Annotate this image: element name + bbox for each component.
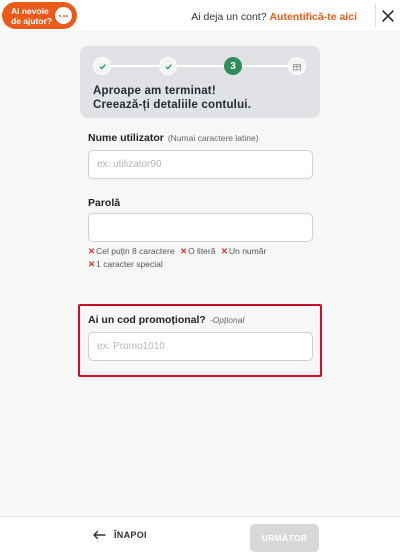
cross-icon: ✕ [179, 246, 188, 256]
step-3-current: 3 [224, 57, 242, 75]
back-button[interactable]: ÎNAPOI [92, 530, 147, 540]
username-label: Nume utilizator [88, 132, 164, 144]
top-bar: Ai nevoie de ajutor? Ai deja un cont? Au… [0, 0, 400, 31]
promo-input[interactable] [88, 332, 313, 361]
progress-card: 3 Aproape am terminat! Creează-ți detali… [80, 46, 320, 118]
username-label-row: Nume utilizator (Numai caractere latine) [88, 132, 259, 144]
password-rule: ✕1 caracter special [88, 259, 163, 269]
password-label-row: Parolă [88, 197, 120, 209]
chat-bubble-icon [55, 7, 72, 24]
cross-icon: ✕ [88, 246, 96, 256]
check-icon [164, 63, 172, 69]
close-icon [382, 10, 394, 22]
account-question: Ai deja un cont? [191, 11, 267, 23]
promo-label-row: Ai un cod promoțional? -Opțional [88, 314, 244, 326]
progress-title-line1: Aproape am terminat! [93, 85, 216, 97]
step-4-gift [288, 57, 306, 75]
gift-icon [293, 64, 301, 71]
password-label: Parolă [88, 197, 121, 209]
header-divider [375, 4, 376, 27]
username-input[interactable] [88, 150, 313, 179]
check-icon [98, 63, 106, 69]
password-rule: ✕Cel puțin 8 caractere [88, 246, 175, 256]
promo-optional-hint: -Opțional [209, 315, 245, 325]
back-label: ÎNAPOI [114, 530, 147, 540]
promo-label: Ai un cod promoțional? [88, 314, 206, 326]
cross-icon: ✕ [220, 246, 228, 256]
next-button[interactable]: URMĂTOR [250, 524, 319, 552]
progress-title: Aproape am terminat! Creează-ți detaliil… [93, 84, 251, 112]
password-rules: ✕Cel puțin 8 caractere ✕O literă ✕Un num… [88, 245, 318, 271]
step-1-done [93, 57, 111, 75]
help-button[interactable]: Ai nevoie de ajutor? [2, 2, 77, 29]
close-button[interactable] [380, 6, 396, 26]
password-rule: ✕O literă [179, 246, 216, 256]
password-rule: ✕Un număr [220, 246, 267, 256]
progress-title-line2: Creează-ți detaliile contului. [93, 99, 252, 111]
step-2-done [159, 57, 177, 75]
password-input[interactable] [88, 213, 313, 242]
cross-icon: ✕ [88, 259, 96, 269]
login-link[interactable]: Autentifică-te aici [269, 11, 357, 23]
footer-bar: ÎNAPOI URMĂTOR [0, 516, 400, 556]
username-hint: (Numai caractere latine) [167, 133, 259, 143]
login-prompt: Ai deja un cont? Autentifică-te aici [191, 11, 357, 23]
progress-track [102, 65, 298, 67]
arrow-left-icon [93, 530, 106, 540]
